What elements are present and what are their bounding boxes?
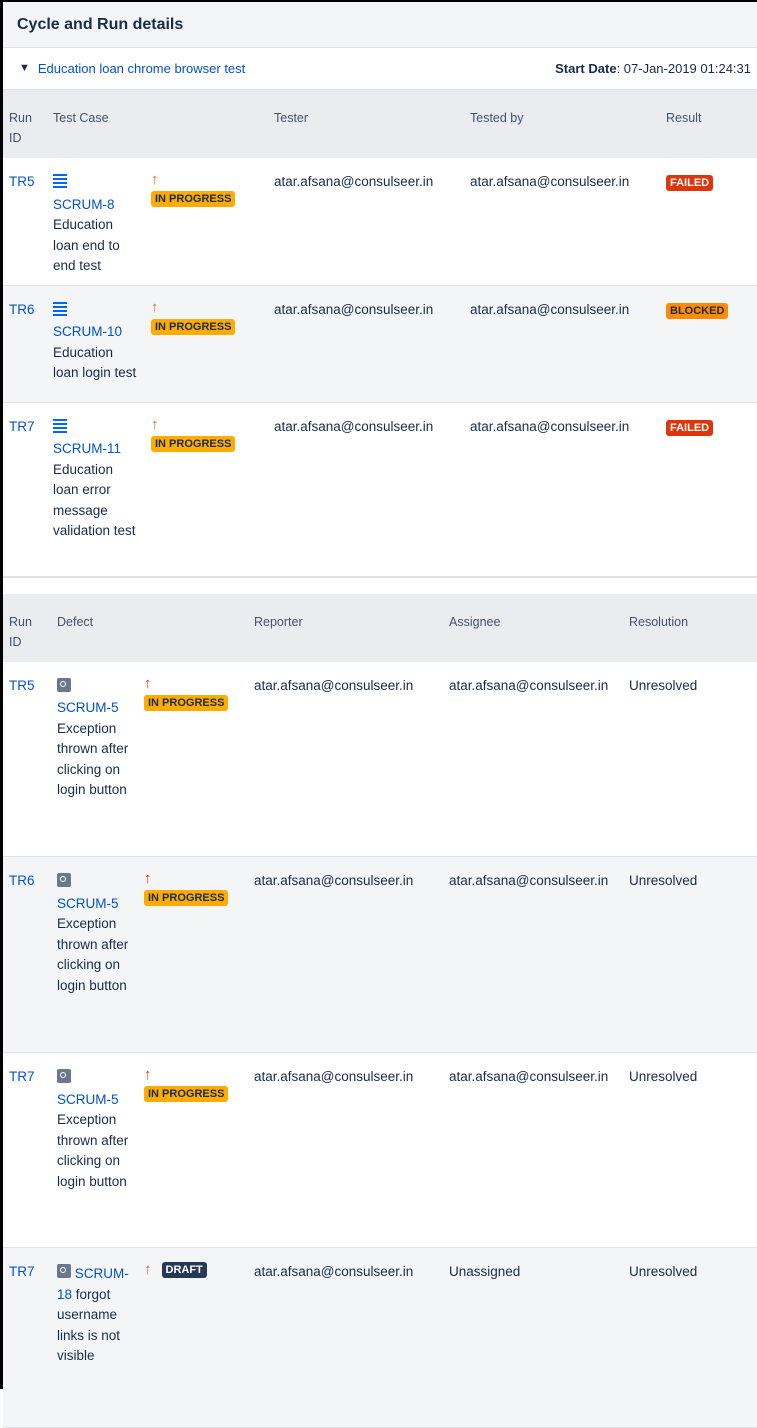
reporter: atar.afsana@consulseer.in	[248, 1248, 443, 1428]
chevron-down-icon[interactable]: ▼	[19, 62, 30, 74]
cycle-row: ▼ Education loan chrome browser test Sta…	[3, 48, 757, 90]
run-id-link[interactable]: TR7	[9, 1264, 35, 1279]
table-row: TR6 SCRUM-5 Exception thrown after click…	[3, 857, 757, 1053]
resolution: Unresolved	[623, 857, 757, 1053]
result-badge: BLOCKED	[666, 303, 728, 319]
col-test-case: Test Case	[47, 90, 145, 158]
reporter: atar.afsana@consulseer.in	[248, 662, 443, 857]
table-row: TR7 SCRUM-18 forgot username links is no…	[3, 1248, 757, 1428]
col-run-id: Run ID	[3, 90, 47, 158]
status-badge: IN PROGRESS	[151, 319, 235, 335]
reporter: atar.afsana@consulseer.in	[248, 857, 443, 1053]
assignee: atar.afsana@consulseer.in	[443, 1053, 623, 1248]
tested-by: atar.afsana@consulseer.in	[464, 402, 660, 576]
col-run-id: Run ID	[3, 594, 51, 662]
section-divider	[3, 577, 757, 594]
issue-summary: Exception thrown after clicking on login…	[57, 916, 128, 993]
bug-icon	[57, 1264, 71, 1278]
resolution: Unresolved	[623, 662, 757, 857]
col-tester: Tester	[268, 90, 464, 158]
issue-summary: Education loan error message validation …	[53, 462, 136, 539]
test-runs-table: Run ID Test Case Tester Tested by Result…	[3, 90, 757, 577]
issue-key-link[interactable]: SCRUM-10	[53, 322, 139, 343]
arrow-up-icon: ↑	[144, 1262, 152, 1278]
status-badge: IN PROGRESS	[144, 1086, 228, 1102]
issue-key-link[interactable]: SCRUM-5	[57, 698, 132, 719]
arrow-up-icon: ↑	[151, 300, 262, 316]
assignee: Unassigned	[443, 1248, 623, 1428]
status-badge: IN PROGRESS	[151, 191, 235, 207]
table-row: TR7 SCRUM-5 Exception thrown after click…	[3, 1053, 757, 1248]
defects-table: Run ID Defect Reporter Assignee Resoluti…	[3, 594, 757, 1428]
resolution: Unresolved	[623, 1053, 757, 1248]
arrow-up-icon: ↑	[144, 676, 242, 692]
table-row: TR5 SCRUM-5 Exception thrown after click…	[3, 662, 757, 857]
reporter: atar.afsana@consulseer.in	[248, 1053, 443, 1248]
issue-key-link[interactable]: SCRUM-8	[53, 195, 139, 216]
resolution: Unresolved	[623, 1248, 757, 1428]
tester: atar.afsana@consulseer.in	[268, 402, 464, 576]
panel-header: Cycle and Run details	[3, 2, 757, 48]
col-result: Result	[660, 90, 757, 158]
table-row: TR6 SCRUM-10 Education loan login test ↑…	[3, 285, 757, 402]
issue-summary: Exception thrown after clicking on login…	[57, 721, 128, 798]
arrow-up-icon: ↑	[144, 871, 242, 887]
status-badge: IN PROGRESS	[144, 890, 228, 906]
run-id-link[interactable]: TR7	[9, 1069, 35, 1084]
status-badge: IN PROGRESS	[144, 695, 228, 711]
run-id-link[interactable]: TR5	[9, 174, 35, 189]
arrow-up-icon: ↑	[151, 172, 262, 188]
assignee: atar.afsana@consulseer.in	[443, 662, 623, 857]
story-icon	[53, 419, 67, 433]
tested-by: atar.afsana@consulseer.in	[464, 285, 660, 402]
run-id-link[interactable]: TR5	[9, 678, 35, 693]
result-badge: FAILED	[666, 420, 713, 436]
start-date: Start Date: 07-Jan-2019 01:24:31	[555, 61, 751, 76]
arrow-up-icon: ↑	[144, 1067, 242, 1083]
assignee: atar.afsana@consulseer.in	[443, 857, 623, 1053]
table-row: TR5 SCRUM-8 Education loan end to end te…	[3, 158, 757, 285]
status-badge: DRAFT	[162, 1262, 207, 1278]
issue-key-link[interactable]: SCRUM-11	[53, 439, 139, 460]
col-defect: Defect	[51, 594, 138, 662]
tested-by: atar.afsana@consulseer.in	[464, 158, 660, 285]
bug-icon	[57, 873, 71, 887]
issue-key-link[interactable]: SCRUM-5	[57, 894, 132, 915]
tester: atar.afsana@consulseer.in	[268, 158, 464, 285]
start-date-label: Start Date	[555, 61, 616, 76]
story-icon	[53, 302, 67, 316]
tester: atar.afsana@consulseer.in	[268, 285, 464, 402]
run-id-link[interactable]: TR7	[9, 419, 35, 434]
issue-summary: Education loan login test	[53, 345, 136, 381]
col-reporter: Reporter	[248, 594, 443, 662]
test-runs-header: Run ID Test Case Tester Tested by Result	[3, 90, 757, 158]
table-row: TR7 SCRUM-11 Education loan error messag…	[3, 402, 757, 576]
cycle-run-details-panel: Cycle and Run details ▼ Education loan c…	[3, 2, 757, 1428]
result-badge: FAILED	[666, 175, 713, 191]
story-icon	[53, 174, 67, 188]
run-id-link[interactable]: TR6	[9, 873, 35, 888]
col-resolution: Resolution	[623, 594, 757, 662]
cycle-name-link[interactable]: Education loan chrome browser test	[38, 61, 245, 76]
bug-icon	[57, 678, 71, 692]
status-badge: IN PROGRESS	[151, 436, 235, 452]
start-date-value: : 07-Jan-2019 01:24:31	[617, 61, 751, 76]
panel-title: Cycle and Run details	[17, 16, 183, 34]
issue-summary: Education loan end to end test	[53, 217, 120, 273]
col-assignee: Assignee	[443, 594, 623, 662]
arrow-up-icon: ↑	[151, 417, 262, 433]
run-id-link[interactable]: TR6	[9, 302, 35, 317]
issue-key-link[interactable]: SCRUM-5	[57, 1090, 132, 1111]
bug-icon	[57, 1069, 71, 1083]
issue-summary: Exception thrown after clicking on login…	[57, 1112, 128, 1189]
col-tested-by: Tested by	[464, 90, 660, 158]
defects-header: Run ID Defect Reporter Assignee Resoluti…	[3, 594, 757, 662]
